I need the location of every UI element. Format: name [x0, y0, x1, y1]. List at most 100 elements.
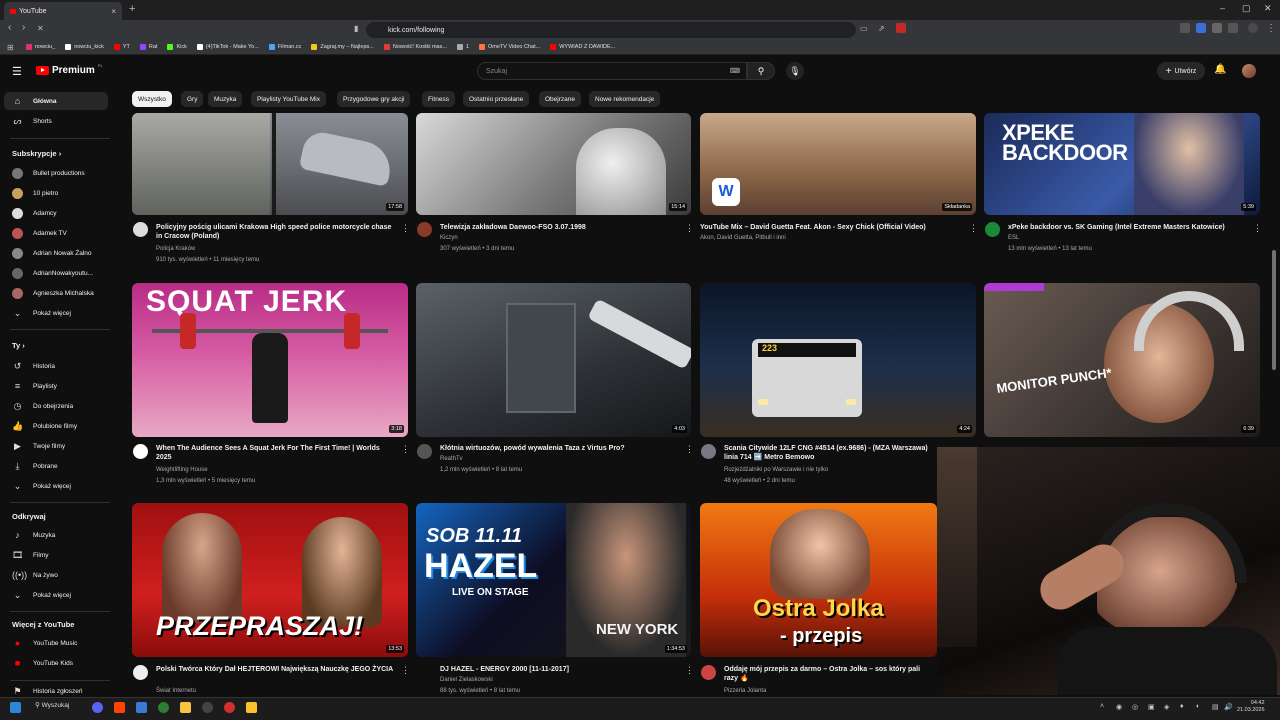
search-button[interactable]: ⚲ — [747, 62, 775, 80]
bookmark-item[interactable]: Rat — [139, 44, 157, 50]
sidebar-item-music[interactable]: ♪ Muzyka — [4, 526, 108, 544]
video-thumbnail[interactable]: MONITOR PUNCH* 6:39 — [984, 283, 1260, 437]
sidebar-item-your-videos[interactable]: ▶ Twoje filmy — [4, 437, 108, 455]
bookmark-item[interactable]: OmeTV Video Chat... — [479, 44, 540, 50]
tray-app-icon[interactable]: ◎ — [1132, 703, 1138, 711]
sidebar-item-youtube-kids[interactable]: ■ YouTube Kids — [4, 654, 108, 672]
apps-grid-icon[interactable]: ⊞ — [7, 43, 14, 52]
close-tab-icon[interactable]: × — [111, 7, 116, 16]
extensions-puzzle-icon[interactable] — [1212, 23, 1222, 33]
file-explorer-icon[interactable] — [180, 702, 191, 713]
sidebar-item-downloads[interactable]: ⤓ Pobrane — [4, 457, 108, 475]
discord-icon[interactable] — [92, 702, 103, 713]
channel-avatar[interactable] — [133, 222, 148, 237]
youtube-logo[interactable]: Premium PL — [36, 63, 103, 76]
more-options-icon[interactable]: ⋮ — [685, 665, 694, 676]
channel-avatar[interactable] — [701, 665, 716, 680]
sidebar-item-home[interactable]: ⌂ Główna — [4, 92, 108, 110]
chip-youtube-mix[interactable]: Playlisty YouTube Mix — [251, 91, 326, 107]
video-title[interactable]: xPeke backdoor vs. SK Gaming (Intel Extr… — [1008, 223, 1248, 232]
video-title[interactable]: When The Audience Sees A Squat Jerk For … — [156, 444, 396, 462]
tray-chevron-icon[interactable]: ˄ — [1100, 703, 1104, 710]
video-thumbnail[interactable]: SQUAT JERK 3:18 — [132, 283, 408, 437]
bookmark-item[interactable]: nowciu_kick — [65, 44, 104, 50]
channel-name[interactable]: Akon, David Guetta, Pitbull i inni — [700, 235, 786, 241]
chip-watched[interactable]: Obejrzane — [539, 91, 581, 107]
chip-music[interactable]: Muzyka — [208, 91, 243, 107]
sidebar-item-films[interactable]: 🎞 Filmy — [4, 546, 108, 564]
minimize-icon[interactable]: – — [1220, 3, 1225, 13]
profile-icon[interactable] — [1248, 23, 1258, 33]
taskbar-clock[interactable]: 04:42 21.03.2026 — [1237, 700, 1265, 714]
search-input[interactable]: Szukaj ⌨ — [477, 62, 747, 80]
sidebar-subscription[interactable]: Agnieszka Michalska — [4, 284, 108, 302]
sidebar-item-report-history[interactable]: ⚑ Historia zgłoszeń — [4, 686, 108, 696]
extension-icon[interactable] — [1196, 23, 1206, 33]
sidebar-show-more[interactable]: ⌄ Pokaż więcej — [4, 304, 108, 322]
channel-name[interactable]: ESL — [1008, 235, 1019, 241]
video-thumbnail[interactable]: XPEKE BACKDOOR 5:39 — [984, 113, 1260, 215]
forward-icon[interactable]: › — [22, 22, 25, 33]
stop-loading-icon[interactable]: ✕ — [37, 24, 44, 33]
video-title[interactable]: DJ HAZEL - ENERGY 2000 [11-11-2017] — [440, 665, 680, 674]
voice-search-button[interactable]: 🎙 — [786, 62, 804, 80]
sidebar-subscription[interactable]: Adamcy — [4, 204, 108, 222]
bookmark-item[interactable]: Kick — [167, 44, 187, 50]
page-scrollbar[interactable] — [1272, 250, 1276, 370]
channel-avatar[interactable] — [133, 444, 148, 459]
tray-app-icon[interactable]: ◐ — [1196, 703, 1200, 710]
video-thumbnail[interactable]: Ostra Jolka - przepis — [700, 503, 937, 657]
app-icon[interactable] — [224, 702, 235, 713]
video-title[interactable]: Telewizja zakładowa Daewoo-FSO 3.07.1998 — [440, 223, 680, 232]
network-icon[interactable]: ▤ — [1212, 703, 1219, 711]
channel-avatar[interactable] — [701, 444, 716, 459]
channel-name[interactable]: Rozjeżdżalniki po Warszawie i nie tylko — [724, 467, 828, 473]
sidebar-subscription[interactable]: Adrian Nowak Żalno — [4, 244, 108, 262]
sidebar-subscription[interactable]: 10 pietro — [4, 184, 108, 202]
notifications-bell-icon[interactable]: 🔔 — [1214, 64, 1226, 75]
bookmark-item[interactable]: WYWIAD Z DAWIDE... — [550, 44, 615, 50]
share-icon[interactable]: ⇗ — [878, 24, 885, 33]
bookmark-item[interactable]: (4)TikTok - Make Yo... — [196, 44, 259, 50]
sidebar-show-more[interactable]: ⌄ Pokaż więcej — [4, 586, 108, 604]
chip-recently-uploaded[interactable]: Ostatnio przesłane — [463, 91, 530, 107]
brave-browser-icon[interactable] — [114, 702, 125, 713]
subscriptions-heading[interactable]: Subskrypcje › — [12, 149, 61, 158]
download-icon[interactable] — [1228, 23, 1238, 33]
you-heading[interactable]: Ty › — [12, 341, 25, 350]
channel-name[interactable]: Kiczyn — [440, 235, 458, 241]
sidebar-show-more[interactable]: ⌄ Pokaż więcej — [4, 477, 108, 495]
more-options-icon[interactable]: ⋮ — [401, 444, 410, 455]
obs-icon[interactable] — [202, 702, 213, 713]
sidebar-item-liked[interactable]: 👍 Polubione filmy — [4, 417, 108, 435]
sidebar-item-live[interactable]: ((•)) Na żywo — [4, 566, 108, 584]
tray-app-icon[interactable]: ◈ — [1164, 703, 1169, 711]
account-avatar[interactable] — [1242, 64, 1256, 78]
bookmark-item[interactable]: 1 — [456, 44, 469, 50]
hamburger-menu-icon[interactable]: ☰ — [12, 65, 22, 78]
sidebar-subscription[interactable]: AdrianNowakyoutu... — [4, 264, 108, 282]
channel-name[interactable]: Policja Kraków — [156, 246, 195, 252]
install-app-icon[interactable]: ▭ — [860, 24, 868, 33]
tray-app-icon[interactable]: ▣ — [1148, 703, 1155, 711]
maximize-icon[interactable]: ▢ — [1242, 3, 1251, 14]
more-options-icon[interactable]: ⋮ — [685, 223, 694, 234]
back-icon[interactable]: ‹ — [8, 22, 11, 33]
chip-new-to-you[interactable]: Nowe rekomendacje — [589, 91, 661, 107]
create-button[interactable]: + Utwórz — [1157, 62, 1205, 80]
video-thumbnail[interactable]: 223 4:24 — [700, 283, 976, 437]
channel-name[interactable]: Świat Internetu — [156, 688, 196, 694]
menu-dots-icon[interactable]: ⋮ — [1266, 23, 1276, 34]
channel-avatar[interactable] — [417, 222, 432, 237]
bookmark-item[interactable]: nowciu_ — [26, 44, 55, 50]
new-tab-icon[interactable]: + — [129, 3, 135, 15]
video-thumbnail[interactable]: SOB 11.11 HAZEL LIVE ON STAGE NEW YORK 1… — [416, 503, 691, 657]
sidebar-item-playlists[interactable]: ≡ Playlisty — [4, 377, 108, 395]
extension-icon[interactable] — [896, 23, 906, 33]
bookmark-item[interactable]: YT — [113, 44, 130, 50]
video-thumbnail[interactable]: W Składanka — [700, 113, 976, 215]
chip-action-adventure[interactable]: Przygodowe gry akcji — [337, 91, 411, 107]
tray-app-icon[interactable]: ◉ — [1116, 703, 1122, 711]
windows-start-icon[interactable] — [10, 702, 21, 713]
chip-fitness[interactable]: Fitness — [422, 91, 455, 107]
